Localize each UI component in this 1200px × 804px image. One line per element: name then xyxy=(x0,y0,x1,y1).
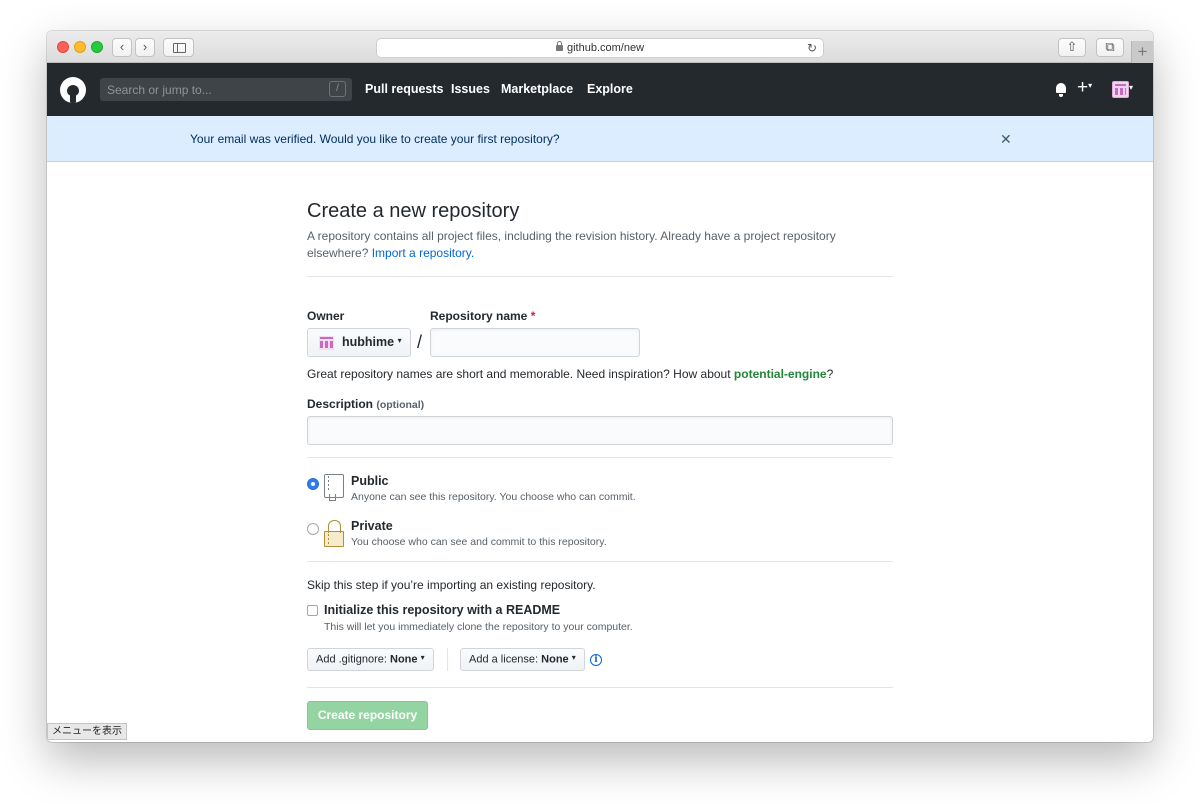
create-repository-button[interactable]: Create repository xyxy=(307,701,428,730)
visibility-public-option[interactable]: Public Anyone can see this repository. Y… xyxy=(307,474,707,508)
owner-select[interactable]: hubhime ▾ xyxy=(307,328,411,357)
repo-name-label: Repository name * xyxy=(430,309,535,323)
required-marker: * xyxy=(530,309,536,323)
nav-pull-requests[interactable]: Pull requests xyxy=(365,63,444,116)
public-radio[interactable] xyxy=(307,478,319,490)
tab-overview-button[interactable]: ⧉ xyxy=(1096,38,1124,57)
public-title: Public xyxy=(351,474,389,488)
divider xyxy=(307,561,893,562)
repo-name-input[interactable] xyxy=(430,328,640,357)
sidebar-toggle-button[interactable] xyxy=(163,38,194,57)
address-bar[interactable]: github.com/new ↻ xyxy=(376,38,824,58)
search-box: / xyxy=(100,78,352,101)
public-description: Anyone can see this repository. You choo… xyxy=(351,491,636,503)
private-radio[interactable] xyxy=(307,523,319,535)
avatar xyxy=(1112,81,1129,99)
description-input[interactable] xyxy=(307,416,893,445)
skip-note: Skip this step if you’re importing an ex… xyxy=(307,578,596,592)
readme-checkbox[interactable] xyxy=(307,605,318,616)
new-tab-button[interactable]: + xyxy=(1131,41,1153,63)
github-logo-icon[interactable] xyxy=(60,77,86,103)
url-text: github.com/new xyxy=(566,42,645,54)
caret-down-icon: ▾ xyxy=(397,336,402,346)
optional-label: (optional) xyxy=(376,399,425,411)
license-prefix: Add a license: xyxy=(469,653,539,666)
nav-marketplace[interactable]: Marketplace xyxy=(501,63,573,116)
close-icon[interactable]: ✕ xyxy=(1000,116,1012,162)
share-icon: ⇧ xyxy=(1066,39,1078,54)
page-description: A repository contains all project files,… xyxy=(307,228,867,262)
caret-down-icon: ▾ xyxy=(571,653,576,662)
gitignore-prefix: Add .gitignore: xyxy=(316,653,387,666)
back-button[interactable]: ‹ xyxy=(112,38,132,57)
user-menu[interactable]: ▾ xyxy=(1112,81,1133,99)
readme-description: This will let you immediately clone the … xyxy=(324,621,633,633)
gitignore-select[interactable]: Add .gitignore: None ▾ xyxy=(307,648,434,671)
flash-banner: Your email was verified. Would you like … xyxy=(47,116,1153,162)
share-button[interactable]: ⇧ xyxy=(1058,38,1086,57)
repo-name-label-text: Repository name xyxy=(430,309,528,323)
lock-icon xyxy=(324,520,344,547)
description-label: Description (optional) xyxy=(307,397,425,411)
divider xyxy=(447,648,448,671)
avatar xyxy=(319,336,334,350)
nav-issues[interactable]: Issues xyxy=(451,63,490,116)
caret-down-icon: ▾ xyxy=(1129,83,1134,93)
owner-repo-separator: / xyxy=(417,332,423,352)
nav-explore[interactable]: Explore xyxy=(587,63,633,116)
divider xyxy=(307,276,893,277)
caret-down-icon: ▾ xyxy=(1088,81,1093,90)
visibility-private-option[interactable]: Private You choose who can see and commi… xyxy=(307,519,707,553)
owner-name: hubhime ▾ xyxy=(342,335,402,349)
repo-name-hint: Great repository names are short and mem… xyxy=(307,367,834,381)
slash-shortcut-icon: / xyxy=(329,81,346,97)
github-header: / Pull requests Issues Marketplace Explo… xyxy=(47,63,1153,116)
chevron-right-icon: › xyxy=(142,39,148,54)
info-icon[interactable]: i xyxy=(590,654,602,666)
page-title: Create a new repository xyxy=(307,200,520,222)
bell-icon[interactable] xyxy=(1055,83,1067,97)
browser-window: ‹ › github.com/new ↻ ⇧ ⧉ + / Pull reques… xyxy=(47,31,1153,742)
show-menu-tooltip: メニューを表示 xyxy=(47,723,127,740)
chevron-left-icon: ‹ xyxy=(119,39,125,54)
flash-message: Your email was verified. Would you like … xyxy=(190,132,560,146)
lock-icon xyxy=(555,41,563,51)
repo-icon xyxy=(324,474,344,501)
plus-icon: + xyxy=(1077,77,1089,99)
search-input[interactable] xyxy=(100,78,320,101)
name-suggestion[interactable]: potential-engine xyxy=(734,367,827,381)
close-window-button[interactable] xyxy=(57,41,69,53)
reload-icon[interactable]: ↻ xyxy=(807,39,817,57)
divider xyxy=(307,687,893,688)
forward-button[interactable]: › xyxy=(135,38,155,57)
divider xyxy=(307,457,893,458)
private-description: You choose who can see and commit to thi… xyxy=(351,536,607,548)
owner-label: Owner xyxy=(307,309,345,323)
minimize-window-button[interactable] xyxy=(74,41,86,53)
private-title: Private xyxy=(351,519,393,533)
caret-down-icon: ▾ xyxy=(420,653,425,662)
maximize-window-button[interactable] xyxy=(91,41,103,53)
license-value: None xyxy=(541,653,569,666)
import-repository-link[interactable]: Import a repository. xyxy=(372,246,474,260)
license-select[interactable]: Add a license: None ▾ xyxy=(460,648,585,671)
gitignore-value: None xyxy=(390,653,418,666)
readme-label[interactable]: Initialize this repository with a README xyxy=(324,603,560,617)
tabs-icon: ⧉ xyxy=(1105,39,1115,54)
browser-toolbar: ‹ › github.com/new ↻ ⇧ ⧉ + xyxy=(47,31,1153,63)
create-new-menu[interactable]: +▾ xyxy=(1077,77,1092,101)
